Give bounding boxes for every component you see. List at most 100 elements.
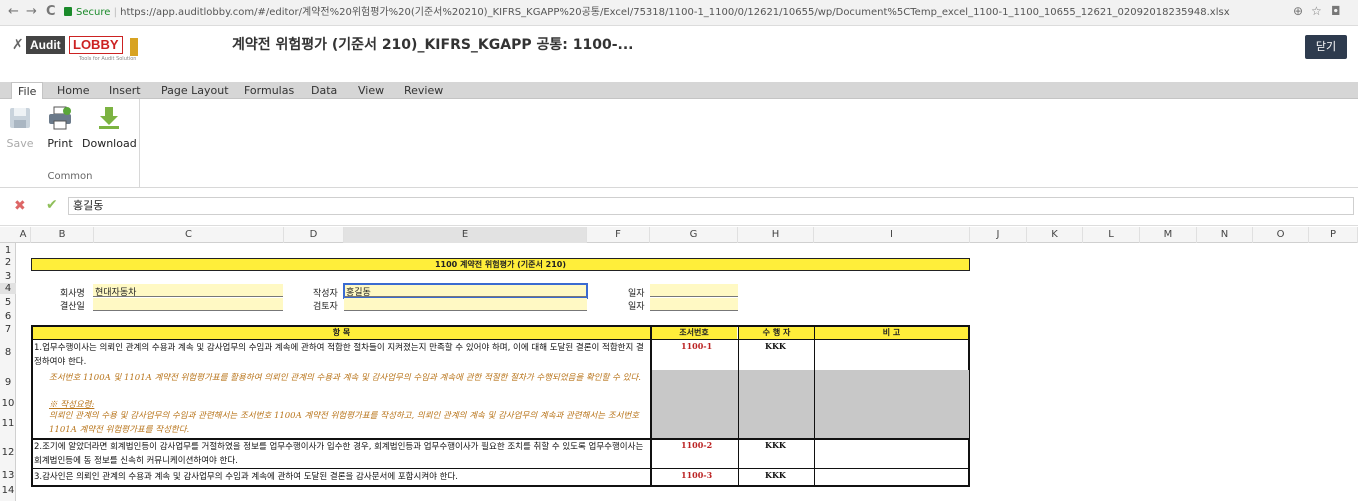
column-header-j[interactable]: J bbox=[970, 227, 1027, 243]
divider bbox=[33, 468, 968, 469]
sheet-title[interactable]: 1100 계약전 위험평가 (기준서 210) bbox=[31, 258, 970, 271]
column-header-d[interactable]: D bbox=[284, 227, 344, 243]
row-header-5[interactable]: 5 bbox=[0, 297, 16, 308]
row-header-11[interactable]: 11 bbox=[0, 418, 16, 429]
guide-text-3[interactable]: 의뢰인 관계의 수용 및 감사업무의 수임과 관련해서는 조서번호 1100A … bbox=[49, 409, 647, 437]
browser-toolbar: ← → C Secure | https://app.auditlobby.co… bbox=[0, 0, 1358, 26]
fiscal-field[interactable] bbox=[93, 298, 283, 311]
reviewer-label: 검토자 bbox=[313, 302, 338, 312]
row-header-2[interactable]: 2 bbox=[0, 257, 16, 268]
back-icon[interactable]: ← bbox=[8, 4, 19, 19]
column-header-b[interactable]: B bbox=[31, 227, 94, 243]
company-field[interactable]: 현대자동차 bbox=[93, 284, 283, 298]
camera-icon[interactable]: ◘ bbox=[1331, 4, 1341, 18]
forward-icon[interactable]: → bbox=[26, 4, 37, 19]
column-header-k[interactable]: K bbox=[1027, 227, 1083, 243]
row-header-13[interactable]: 13 bbox=[0, 470, 16, 481]
column-header-f[interactable]: F bbox=[587, 227, 650, 243]
app-header: ✗ Audit LOBBY Tools for Audit Solution 계… bbox=[0, 26, 1358, 82]
header-performer: 수 행 자 bbox=[739, 327, 814, 339]
star-icon[interactable]: ☆ bbox=[1311, 4, 1322, 18]
print-icon bbox=[49, 106, 71, 130]
item-3-text[interactable]: 3.감사인은 의뢰인 관계의 수용과 계속 및 감사업무의 수임과 계속에 관하… bbox=[34, 470, 646, 484]
company-label: 회사명 bbox=[60, 289, 85, 299]
item-2-text[interactable]: 2.조기에 알았더라면 회계법인등이 감사업무를 거절하였을 정보를 업무수행이… bbox=[34, 440, 646, 468]
column-header-m[interactable]: M bbox=[1140, 227, 1197, 243]
divider bbox=[738, 327, 739, 485]
tab-file[interactable]: File bbox=[11, 82, 44, 100]
download-icon bbox=[99, 107, 119, 129]
ref-3[interactable]: 1100-3 bbox=[681, 470, 712, 480]
download-label: Download bbox=[82, 137, 137, 150]
column-header-e[interactable]: E bbox=[344, 227, 587, 243]
reload-icon[interactable]: C bbox=[46, 4, 56, 19]
item-1-text[interactable]: 1.업무수행이사는 의뢰인 관계의 수용과 계속 및 감사업무의 수임과 계속에… bbox=[34, 341, 646, 369]
tab-view[interactable]: View bbox=[352, 82, 390, 99]
column-header-h[interactable]: H bbox=[738, 227, 814, 243]
cancel-edit-icon[interactable]: ✖ bbox=[14, 198, 26, 214]
tab-review[interactable]: Review bbox=[398, 82, 449, 99]
performer-3[interactable]: KKK bbox=[765, 470, 786, 480]
secure-label: Secure bbox=[76, 7, 111, 18]
reviewer-field[interactable] bbox=[344, 298, 587, 311]
column-header-l[interactable]: L bbox=[1083, 227, 1140, 243]
lock-icon bbox=[64, 7, 72, 16]
column-header-p[interactable]: P bbox=[1309, 227, 1358, 243]
url-text: https://app.auditlobby.com/#/editor/계약전%… bbox=[120, 7, 1230, 18]
row-header-10[interactable]: 10 bbox=[0, 398, 16, 409]
column-header-g[interactable]: G bbox=[650, 227, 738, 243]
tab-home[interactable]: Home bbox=[51, 82, 95, 99]
divider bbox=[814, 327, 815, 485]
guide-text-1[interactable]: 조서번호 1100A 및 1101A 계약전 위험평가표를 활용하여 의뢰인 관… bbox=[49, 371, 647, 385]
date-field-1[interactable] bbox=[650, 284, 738, 297]
divider bbox=[650, 327, 652, 485]
document-title: 계약전 위험평가 (기준서 210)_KIFRS_KGAPP 공통: 1100-… bbox=[232, 37, 634, 53]
row-header-9[interactable]: 9 bbox=[0, 377, 16, 388]
close-button[interactable]: 닫기 bbox=[1305, 35, 1347, 59]
spreadsheet-grid[interactable]: A B C D E F G H I J K L M N O P 1 2 3 4 … bbox=[0, 227, 1358, 501]
tab-formulas[interactable]: Formulas bbox=[238, 82, 300, 99]
address-bar[interactable]: Secure | https://app.auditlobby.com/#/ed… bbox=[64, 3, 1274, 23]
confirm-edit-icon[interactable]: ✔ bbox=[46, 197, 58, 213]
save-label: Save bbox=[6, 137, 34, 150]
ribbon-body: Save Print Download Common bbox=[0, 99, 1358, 188]
row-header-3[interactable]: 3 bbox=[0, 271, 16, 282]
formula-input[interactable]: 홍길동 bbox=[68, 197, 1354, 215]
save-button[interactable]: Save bbox=[6, 105, 34, 150]
download-button[interactable]: Download bbox=[82, 105, 137, 150]
column-header-c[interactable]: C bbox=[94, 227, 284, 243]
header-item: 항 목 bbox=[33, 327, 650, 339]
header-remark: 비 고 bbox=[815, 327, 968, 339]
row-header-14[interactable]: 14 bbox=[0, 485, 16, 496]
row-header-8[interactable]: 8 bbox=[0, 347, 16, 358]
company-value: 현대자동차 bbox=[95, 288, 137, 298]
shaded-area bbox=[652, 370, 969, 438]
row-header-6[interactable]: 6 bbox=[0, 311, 16, 322]
performer-2[interactable]: KKK bbox=[765, 440, 786, 450]
column-header-n[interactable]: N bbox=[1197, 227, 1253, 243]
row-header-7[interactable]: 7 bbox=[0, 324, 16, 335]
ref-2[interactable]: 1100-2 bbox=[681, 440, 712, 450]
divider bbox=[33, 339, 968, 340]
row-header-4[interactable]: 4 bbox=[0, 283, 16, 294]
zoom-icon[interactable]: ⊕ bbox=[1293, 4, 1303, 18]
column-headers: A B C D E F G H I J K L M N O P bbox=[0, 227, 1358, 243]
tab-data[interactable]: Data bbox=[305, 82, 343, 99]
tab-page-layout[interactable]: Page Layout bbox=[155, 82, 235, 99]
fiscal-label: 결산일 bbox=[60, 302, 85, 312]
tab-insert[interactable]: Insert bbox=[103, 82, 147, 99]
group-label-common: Common bbox=[47, 171, 93, 182]
column-header-i[interactable]: I bbox=[814, 227, 970, 243]
row-header-1[interactable]: 1 bbox=[0, 245, 16, 256]
logo-tagline: Tools for Audit Solution bbox=[79, 56, 137, 62]
selected-cell[interactable] bbox=[343, 283, 588, 299]
column-header-a[interactable]: A bbox=[16, 227, 31, 243]
logo-audit-text: Audit bbox=[26, 36, 65, 54]
date-field-2[interactable] bbox=[650, 298, 738, 311]
performer-1[interactable]: KKK bbox=[765, 341, 786, 351]
row-header-12[interactable]: 12 bbox=[0, 447, 16, 458]
print-button[interactable]: Print bbox=[44, 105, 76, 150]
ref-1[interactable]: 1100-1 bbox=[681, 341, 712, 351]
logo-bar-icon bbox=[130, 38, 138, 56]
column-header-o[interactable]: O bbox=[1253, 227, 1309, 243]
